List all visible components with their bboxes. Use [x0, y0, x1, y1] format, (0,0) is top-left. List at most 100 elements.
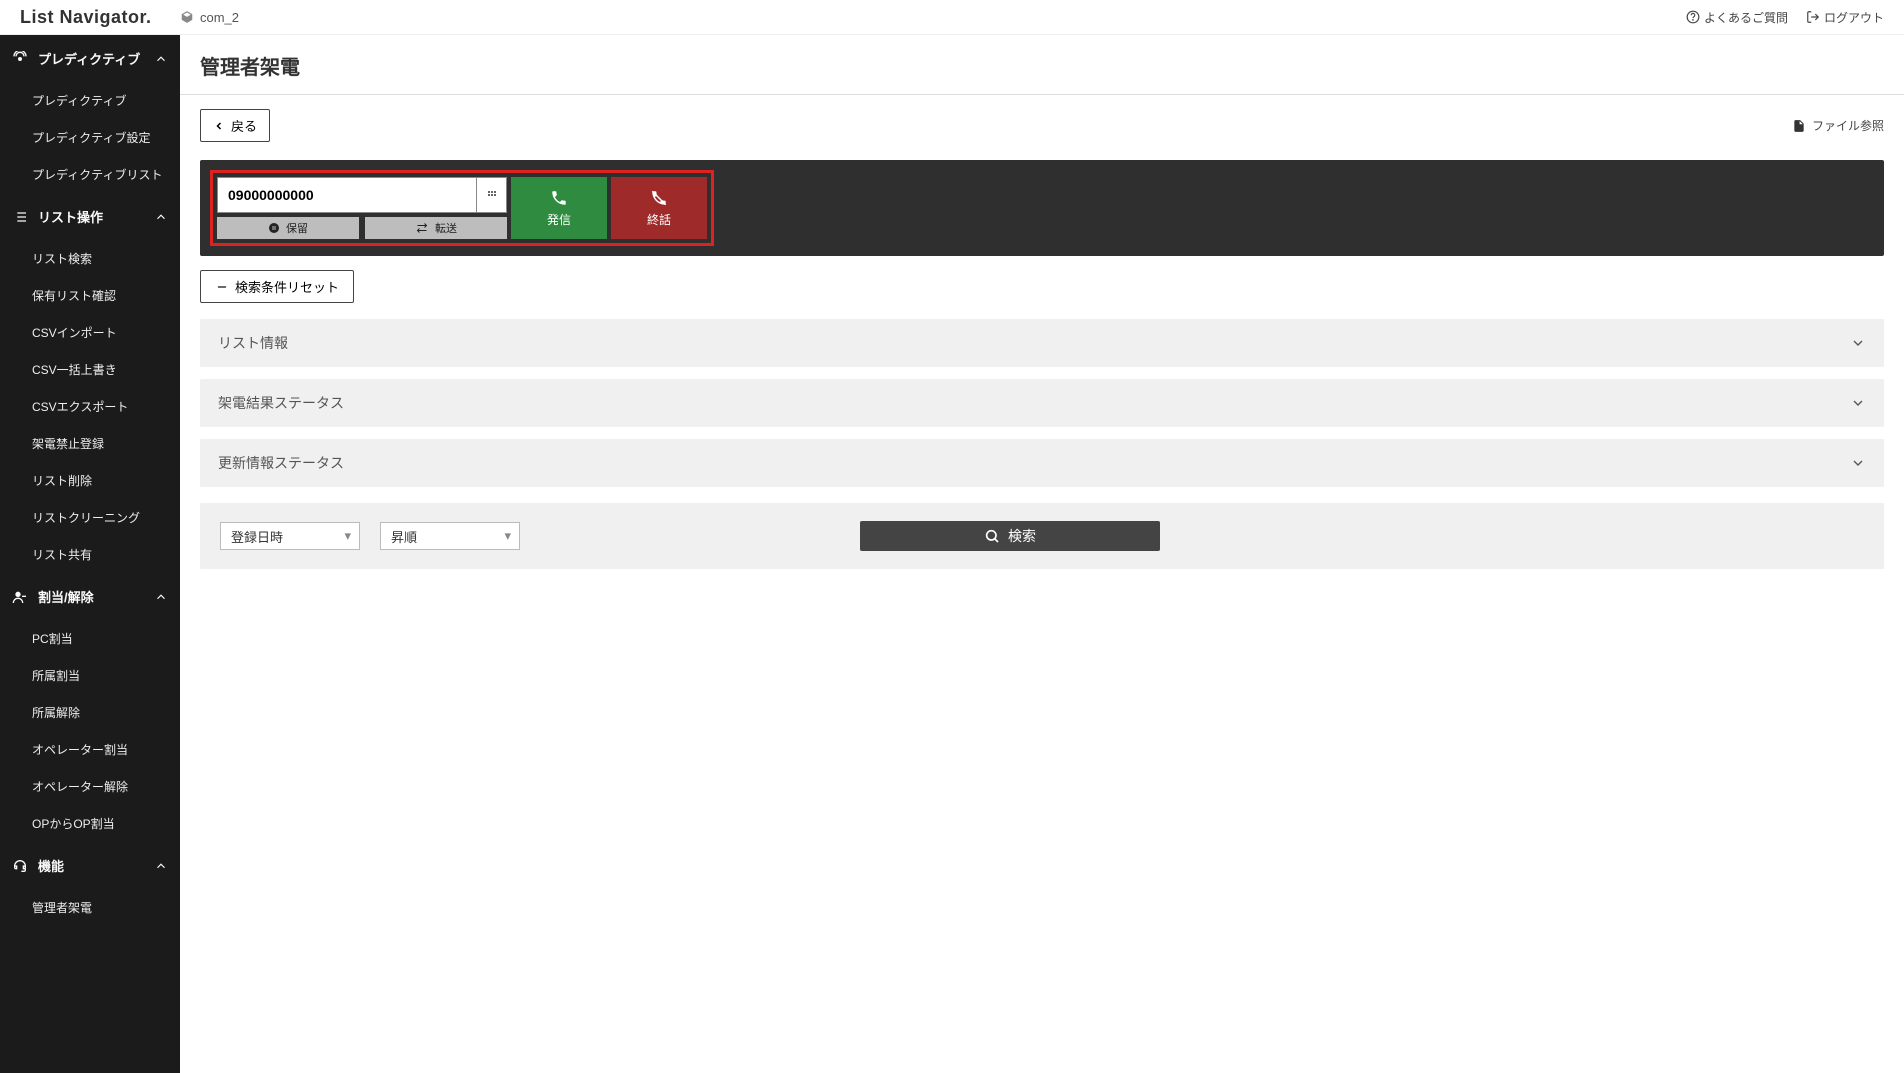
accordion-call-result[interactable]: 架電結果ステータス: [200, 379, 1884, 427]
divider: [180, 94, 1904, 95]
user-minus-icon: [12, 589, 28, 605]
accordion-label: リスト情報: [218, 333, 288, 353]
phone-icon: [550, 189, 568, 207]
nav-group-label: 割当/解除: [38, 587, 154, 606]
nav-group-label: プレディクティブ: [38, 49, 154, 68]
nav-item-list-cleaning[interactable]: リストクリーニング: [0, 499, 180, 536]
nav-item-block-register[interactable]: 架電禁止登録: [0, 425, 180, 462]
nav-item-dept-release[interactable]: 所属解除: [0, 694, 180, 731]
call-button[interactable]: 発信: [511, 177, 607, 239]
nav-group-label: リスト操作: [38, 207, 154, 226]
nav-item-op-to-op[interactable]: OPからOP割当: [0, 805, 180, 842]
search-section: 登録日時 ▾ 昇順 ▾ 検索: [200, 503, 1884, 569]
hold-label: 保留: [286, 220, 308, 236]
accordion-label: 更新情報ステータス: [218, 453, 344, 473]
nav-group-predictive: プレディクティブ プレディクティブ プレディクティブ設定 プレディクティブリスト: [0, 35, 180, 193]
tenant-name: com_2: [200, 10, 239, 25]
call-label: 発信: [547, 211, 571, 228]
broadcast-icon: [12, 51, 28, 67]
app-logo: List Navigator.: [20, 7, 180, 28]
search-icon: [984, 528, 1000, 544]
file-ref-link[interactable]: ファイル参照: [1792, 117, 1884, 134]
nav-group-header-list-ops[interactable]: リスト操作: [0, 193, 180, 240]
sort-field-value: 登録日時: [231, 527, 283, 546]
accordion-label: 架電結果ステータス: [218, 393, 344, 413]
phone-number-input[interactable]: [217, 177, 477, 213]
nav-item-admin-call[interactable]: 管理者架電: [0, 889, 180, 926]
nav-item-predictive-settings[interactable]: プレディクティブ設定: [0, 119, 180, 156]
pause-icon: [268, 222, 280, 234]
chevron-down-icon: [1850, 455, 1866, 471]
minus-icon: [215, 280, 229, 294]
search-label: 検索: [1008, 526, 1036, 546]
logout-link[interactable]: ログアウト: [1806, 9, 1884, 26]
chevron-up-icon: [154, 859, 168, 873]
dial-input-row: [217, 177, 507, 213]
phone-off-icon: [650, 189, 668, 207]
search-button[interactable]: 検索: [860, 521, 1160, 551]
chevron-up-icon: [154, 590, 168, 604]
nav-item-op-release[interactable]: オペレーター解除: [0, 768, 180, 805]
dial-panel: 保留 転送 発信 終話: [200, 160, 1884, 256]
nav-item-predictive-list[interactable]: プレディクティブリスト: [0, 156, 180, 193]
nav-item-list-search[interactable]: リスト検索: [0, 240, 180, 277]
transfer-icon: [415, 222, 429, 234]
nav-group-assign: 割当/解除 PC割当 所属割当 所属解除 オペレーター割当 オペレーター解除 O…: [0, 573, 180, 842]
transfer-button[interactable]: 転送: [365, 217, 507, 239]
transfer-label: 転送: [435, 220, 457, 236]
hangup-button[interactable]: 終話: [611, 177, 707, 239]
nav-item-dept-assign[interactable]: 所属割当: [0, 657, 180, 694]
dialpad-icon: [486, 189, 498, 201]
accordion-update-status[interactable]: 更新情報ステータス: [200, 439, 1884, 487]
nav-item-csv-overwrite[interactable]: CSV一括上書き: [0, 351, 180, 388]
nav-item-predictive[interactable]: プレディクティブ: [0, 82, 180, 119]
nav-group-header-functions[interactable]: 機能: [0, 842, 180, 889]
nav-group-list-ops: リスト操作 リスト検索 保有リスト確認 CSVインポート CSV一括上書き CS…: [0, 193, 180, 573]
hangup-label: 終話: [647, 211, 671, 228]
cube-icon: [180, 10, 194, 24]
main-content: 管理者架電 戻る ファイル参照: [180, 35, 1904, 1073]
dial-sub-row: 保留 転送: [217, 217, 507, 239]
dial-left-col: 保留 転送: [217, 177, 507, 239]
nav-item-op-assign[interactable]: オペレーター割当: [0, 731, 180, 768]
headset-icon: [12, 858, 28, 874]
page-title: 管理者架電: [200, 51, 1884, 80]
chevron-down-icon: [1850, 335, 1866, 351]
toolbar-row: 戻る ファイル参照: [200, 109, 1884, 142]
accordion-list-info[interactable]: リスト情報: [200, 319, 1884, 367]
hold-button[interactable]: 保留: [217, 217, 359, 239]
nav-item-owned-list[interactable]: 保有リスト確認: [0, 277, 180, 314]
file-icon: [1792, 119, 1806, 133]
faq-link[interactable]: よくあるご質問: [1686, 9, 1788, 26]
nav-group-header-predictive[interactable]: プレディクティブ: [0, 35, 180, 82]
sidebar: プレディクティブ プレディクティブ プレディクティブ設定 プレディクティブリスト…: [0, 35, 180, 1073]
nav-group-functions: 機能 管理者架電: [0, 842, 180, 926]
sort-field-select[interactable]: 登録日時 ▾: [220, 522, 360, 550]
chevron-up-icon: [154, 52, 168, 66]
list-icon: [12, 209, 28, 225]
back-button[interactable]: 戻る: [200, 109, 270, 142]
caret-down-icon: ▾: [344, 528, 351, 544]
logout-label: ログアウト: [1824, 9, 1884, 26]
back-label: 戻る: [231, 116, 257, 135]
logout-icon: [1806, 10, 1820, 24]
sort-order-select[interactable]: 昇順 ▾: [380, 522, 520, 550]
nav-item-csv-import[interactable]: CSVインポート: [0, 314, 180, 351]
faq-label: よくあるご質問: [1704, 9, 1788, 26]
nav-group-header-assign[interactable]: 割当/解除: [0, 573, 180, 620]
nav-item-list-delete[interactable]: リスト削除: [0, 462, 180, 499]
nav-item-list-share[interactable]: リスト共有: [0, 536, 180, 573]
reset-label: 検索条件リセット: [235, 277, 339, 296]
caret-down-icon: ▾: [504, 528, 511, 544]
chevron-left-icon: [213, 120, 225, 132]
nav-item-csv-export[interactable]: CSVエクスポート: [0, 388, 180, 425]
tenant-indicator: com_2: [180, 10, 239, 25]
sort-order-value: 昇順: [391, 527, 417, 546]
dialpad-button[interactable]: [477, 177, 507, 213]
reset-button[interactable]: 検索条件リセット: [200, 270, 354, 303]
file-ref-label: ファイル参照: [1812, 117, 1884, 134]
dial-highlight: 保留 転送 発信 終話: [210, 170, 714, 246]
chevron-up-icon: [154, 210, 168, 224]
nav-group-label: 機能: [38, 856, 154, 875]
nav-item-pc-assign[interactable]: PC割当: [0, 620, 180, 657]
